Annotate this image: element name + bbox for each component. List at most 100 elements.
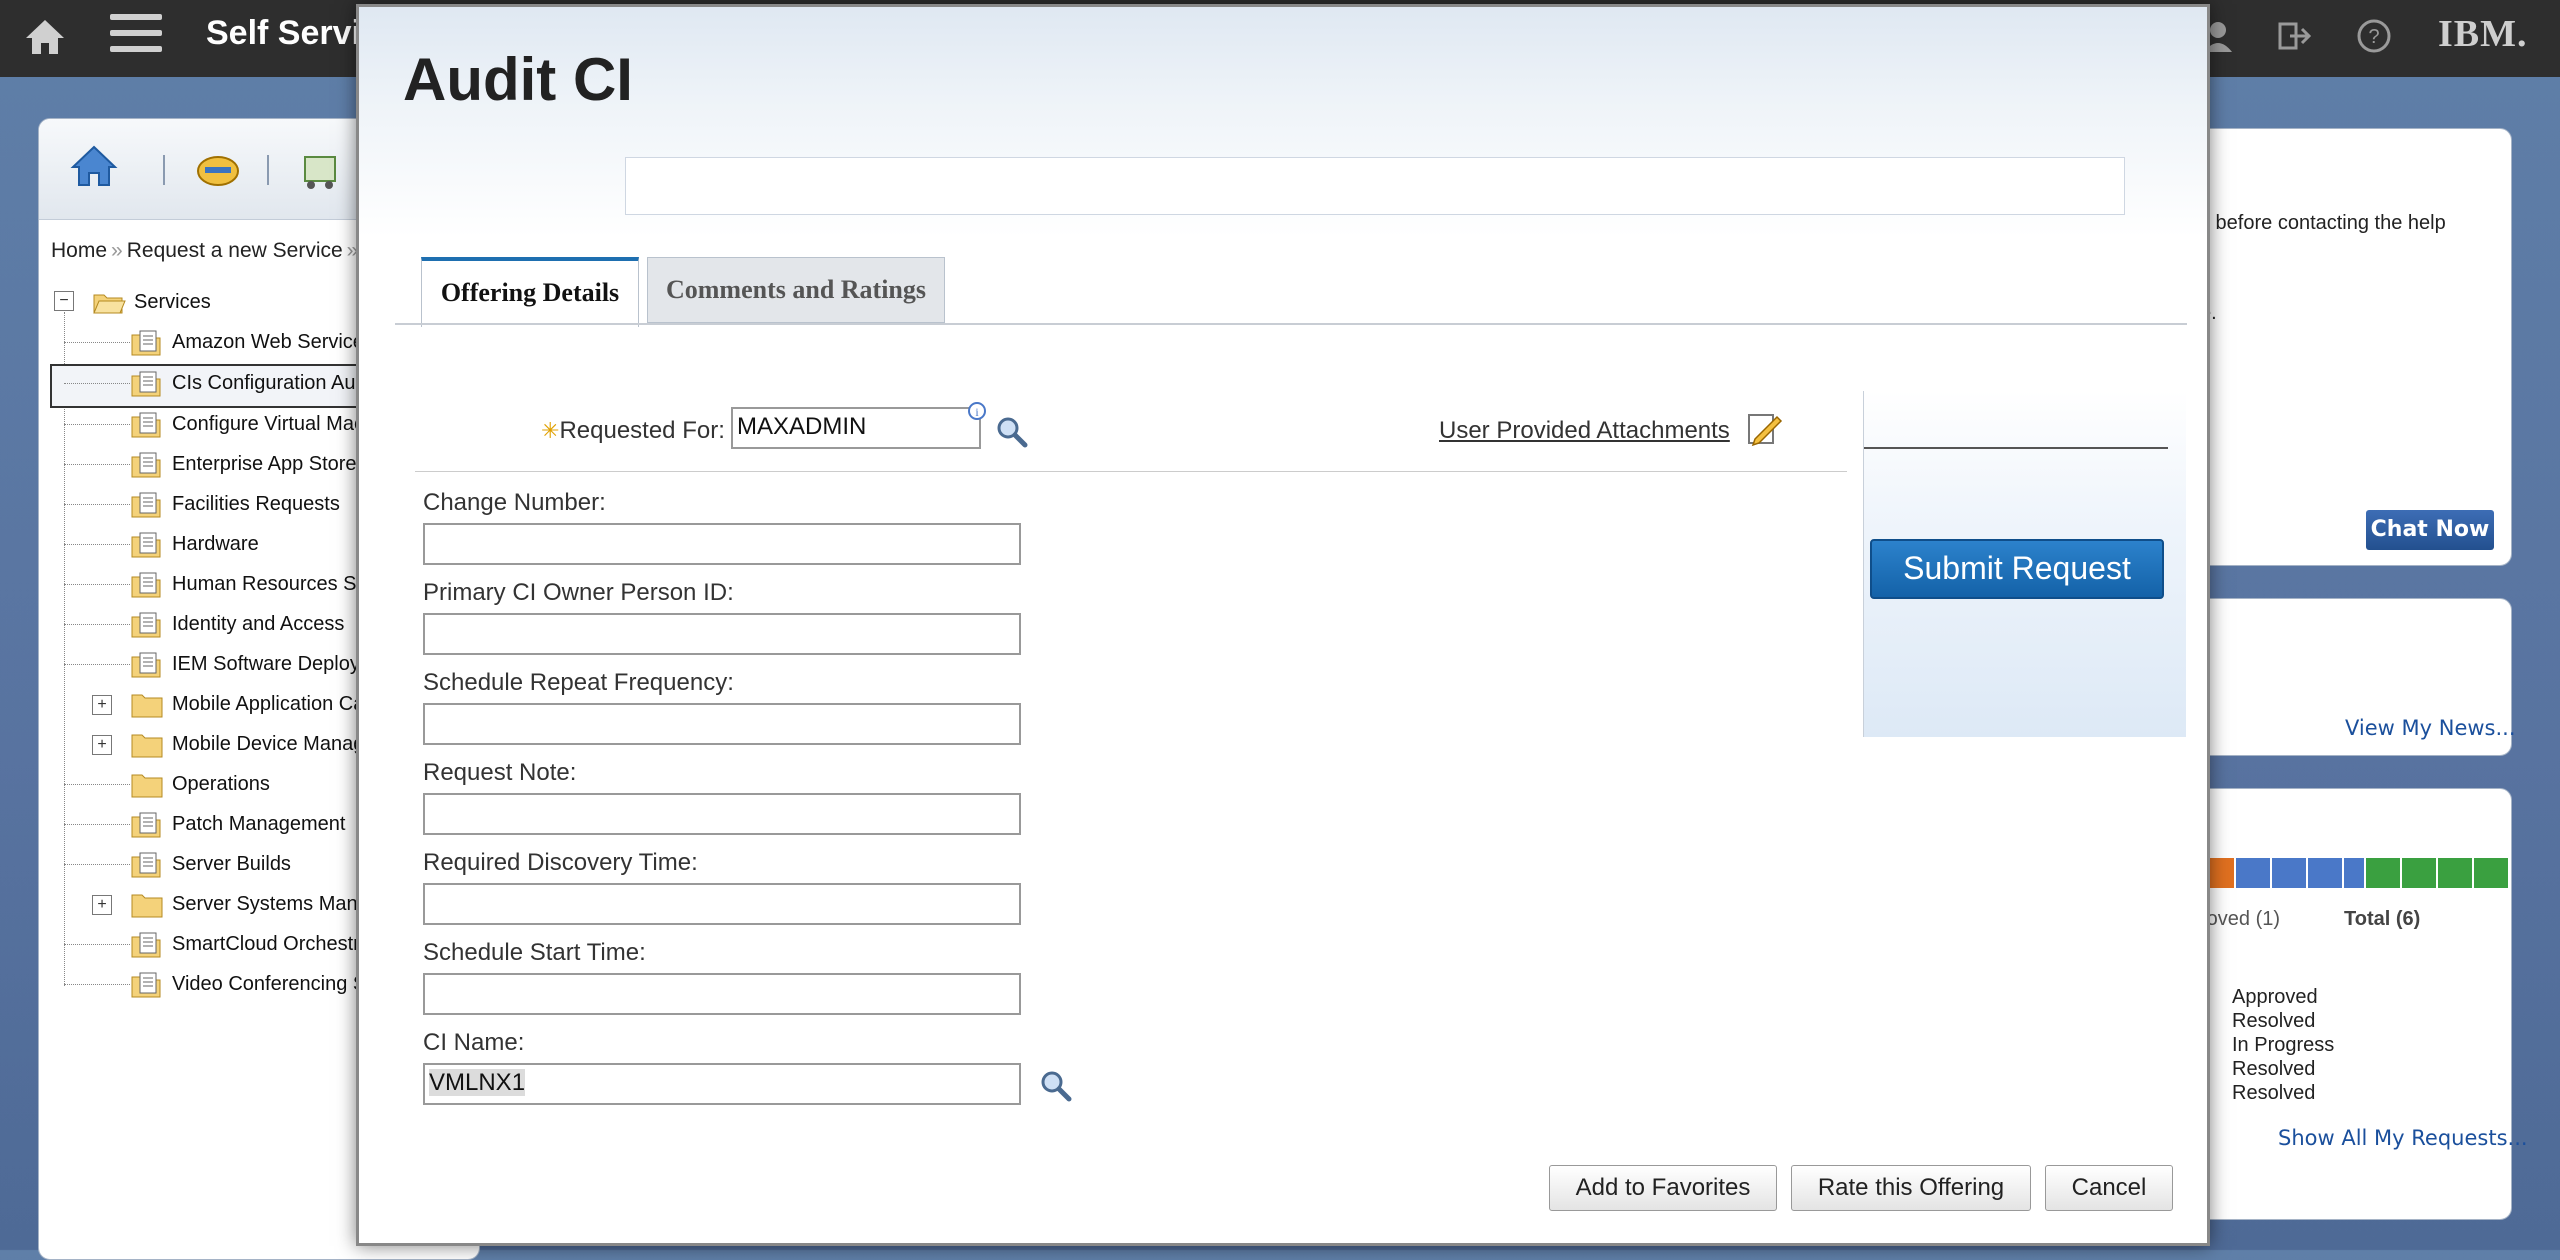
document-folder-icon [131,412,161,438]
document-folder-icon [131,812,161,838]
breadcrumb-home[interactable]: Home [51,239,107,262]
search-requested-for-icon[interactable] [995,415,1029,449]
tree-item[interactable]: Human Resources Se [130,566,368,602]
tree-item[interactable]: Hardware [130,526,259,562]
user-provided-attachments-link[interactable]: User Provided Attachments [1439,417,1730,445]
attachment-edit-icon[interactable] [1745,409,1783,447]
tree-root-services[interactable]: Services [92,284,211,320]
required-discovery-time-label: Required Discovery Time: [423,849,698,876]
tree-item-label: Hardware [172,532,259,555]
tree-item-label: Server Builds [172,852,291,875]
status-1: Approved [2232,986,2318,1008]
submit-request-button[interactable]: Submit Request [1870,539,2164,599]
tree-root-label: Services [134,290,211,313]
rate-this-offering-button[interactable]: Rate this Offering [1791,1165,2031,1211]
requested-for-field[interactable]: MAXADMIN [731,407,981,449]
tree-item-label: Patch Management [172,812,346,835]
tree-item[interactable]: Server Systems Mana [130,886,369,922]
document-folder-icon [131,852,161,878]
tree-item-label: SmartCloud Orchestr [172,932,360,955]
required-discovery-time-field[interactable] [423,883,1021,925]
logout-icon[interactable] [2274,16,2314,56]
requested-for-text: Requested For: [559,417,725,444]
tree-item-label: Amazon Web Service [172,330,364,353]
primary-ci-owner-field[interactable] [423,613,1021,655]
info-icon[interactable]: i [967,401,987,421]
form-divider [415,471,1847,472]
folder-icon [131,694,163,718]
audit-ci-dialog: Audit CI Offering Details Comments and R… [356,4,2210,1246]
schedule-repeat-frequency-label: Schedule Repeat Frequency: [423,669,734,696]
tree-item[interactable]: Mobile Application Ca [130,686,364,722]
description-box [625,157,2125,215]
tree-item[interactable]: Amazon Web Service [130,324,364,360]
tree-item[interactable]: Enterprise App Store [130,446,357,482]
submit-panel-divider [1864,447,2168,449]
open-folder-icon [93,294,126,314]
document-folder-icon [131,532,161,558]
ibm-logo: IBM. [2438,13,2528,55]
document-folder-icon [131,330,161,356]
tab-offering-details[interactable]: Offering Details [421,257,639,327]
tree-item[interactable]: Configure Virtual Mac [130,406,364,442]
required-star-icon: ✳ [541,418,560,443]
tree-item[interactable]: Facilities Requests [130,486,340,522]
approved-count[interactable]: roved (1) [2200,908,2280,931]
menu-icon[interactable] [110,14,162,58]
document-folder-icon [131,492,161,518]
tree-item[interactable]: Video Conferencing S [130,966,366,1002]
help-text-1: s before contacting the help [2200,212,2446,234]
tree-item-label: Video Conferencing S [172,972,367,995]
tree-item-label: Identity and Access [172,612,345,635]
document-folder-icon [131,612,161,638]
tree-item-label: IEM Software Deploy [172,652,360,675]
search-ci-name-icon[interactable] [1039,1069,1073,1103]
expand-toggle[interactable]: + [92,895,112,915]
tree-item-label: Facilities Requests [172,492,340,515]
document-folder-icon [131,371,161,397]
request-catalog-icon[interactable] [193,143,243,193]
home-icon[interactable] [22,14,68,60]
schedule-start-time-label: Schedule Start Time: [423,939,646,966]
request-note-field[interactable] [423,793,1021,835]
app-title: Self Servi [206,14,361,52]
tree-item[interactable]: Patch Management [130,806,345,842]
folder-icon [131,734,163,758]
tree-item[interactable]: Server Builds [130,846,291,882]
change-number-field[interactable] [423,523,1021,565]
cancel-button[interactable]: Cancel [2045,1165,2173,1211]
catalog-home-icon[interactable] [69,141,119,191]
requested-for-value: MAXADMIN [737,413,867,440]
status-2: Resolved [2232,1010,2316,1032]
add-to-favorites-button[interactable]: Add to Favorites [1549,1165,1777,1211]
tree-item-label: CIs Configuration Au [172,371,356,394]
expand-toggle[interactable]: + [92,735,112,755]
tree-item[interactable]: IEM Software Deploy [130,646,360,682]
total-count[interactable]: Total (6) [2344,908,2420,931]
expand-toggle[interactable]: + [92,695,112,715]
tree-item[interactable]: Mobile Device Manag [130,726,364,762]
tree-item[interactable]: SmartCloud Orchestr [130,926,360,962]
collapse-services-toggle[interactable]: − [54,291,74,311]
document-folder-icon [131,972,161,998]
shopping-cart-icon[interactable] [295,143,345,193]
submit-panel: Submit Request [1863,391,2186,737]
dialog-title: Audit CI [403,46,633,113]
breadcrumb-request-new-service[interactable]: Request a new Service [127,239,343,262]
ci-name-field[interactable]: VMLNX1 [423,1063,1021,1105]
change-number-label: Change Number: [423,489,606,516]
tree-item-selected[interactable]: CIs Configuration Au [130,365,355,401]
document-folder-icon [131,652,161,678]
tree-item[interactable]: Identity and Access [130,606,344,642]
request-note-label: Request Note: [423,759,577,786]
tab-comments-and-ratings[interactable]: Comments and Ratings [647,257,945,323]
view-my-news-link[interactable]: View My News... [2345,716,2516,740]
schedule-start-time-field[interactable] [423,973,1021,1015]
help-icon[interactable]: ? [2354,16,2394,56]
show-all-requests-link[interactable]: Show All My Requests... [2278,1126,2528,1150]
tab-divider [395,323,2187,325]
chat-now-button[interactable]: Chat Now [2366,510,2494,550]
tree-item[interactable]: Operations [130,766,270,802]
schedule-repeat-frequency-field[interactable] [423,703,1021,745]
tree-item-label: Enterprise App Store [172,452,357,475]
